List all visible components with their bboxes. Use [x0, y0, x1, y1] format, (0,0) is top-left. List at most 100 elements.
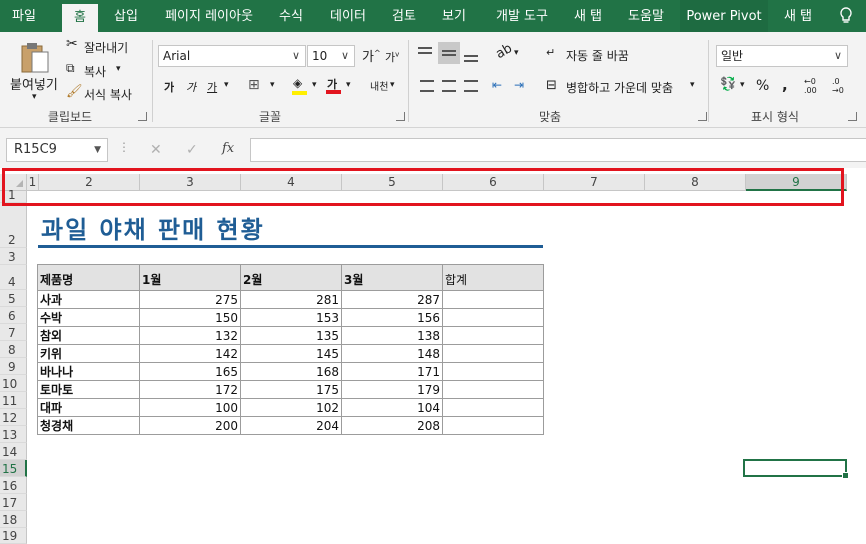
- tab-review[interactable]: 검토: [384, 0, 424, 32]
- font-color-button[interactable]: 가: [326, 75, 342, 95]
- name-box[interactable]: R15C9 ▼: [6, 138, 108, 162]
- chevron-down-icon[interactable]: ▾: [312, 80, 317, 90]
- value-cell[interactable]: 156: [341, 308, 443, 327]
- tab-home[interactable]: 홈: [62, 4, 98, 32]
- row-header-6[interactable]: 6: [0, 307, 27, 324]
- insert-function-button[interactable]: fx: [222, 141, 234, 156]
- decrease-indent-icon[interactable]: ⇤: [492, 78, 502, 92]
- value-cell[interactable]: 200: [139, 416, 241, 435]
- header-cell[interactable]: 1월: [139, 264, 241, 291]
- product-cell[interactable]: 수박: [37, 308, 140, 327]
- decrease-decimal-button[interactable]: .0 →0: [832, 77, 844, 95]
- tab-view[interactable]: 보기: [434, 0, 474, 32]
- format-painter-button[interactable]: 서식 복사: [84, 86, 132, 103]
- row-header-17[interactable]: 17: [0, 494, 27, 511]
- value-cell[interactable]: 168: [240, 362, 342, 381]
- active-cell-selection[interactable]: [743, 459, 849, 479]
- value-cell[interactable]: 165: [139, 362, 241, 381]
- value-cell[interactable]: 153: [240, 308, 342, 327]
- enter-button[interactable]: ✓: [186, 142, 198, 158]
- comma-button[interactable]: ,: [782, 76, 788, 94]
- align-top-icon[interactable]: [418, 47, 434, 61]
- cut-button[interactable]: 잘라내기: [84, 39, 128, 56]
- chevron-down-icon[interactable]: ▾: [390, 80, 395, 90]
- tab-file[interactable]: 파일: [0, 0, 48, 32]
- row-header-2[interactable]: 2: [0, 203, 27, 248]
- value-cell[interactable]: 208: [341, 416, 443, 435]
- row-header-13[interactable]: 13: [0, 426, 27, 443]
- product-cell[interactable]: 참외: [37, 326, 140, 345]
- value-cell[interactable]: 287: [341, 290, 443, 309]
- value-cell[interactable]: 104: [341, 398, 443, 417]
- value-cell[interactable]: 179: [341, 380, 443, 399]
- total-cell[interactable]: [442, 380, 544, 399]
- product-cell[interactable]: 청경채: [37, 416, 140, 435]
- tab-data[interactable]: 데이터: [322, 0, 374, 32]
- total-cell[interactable]: [442, 398, 544, 417]
- value-cell[interactable]: 204: [240, 416, 342, 435]
- copy-icon[interactable]: ⧉: [66, 61, 75, 76]
- worksheet-grid[interactable]: 1 2 3 4 5 6 7 8 9 1 2 3 4 5 6 7 8 9 10 1…: [0, 168, 866, 544]
- tab-help[interactable]: 도움말: [618, 0, 674, 32]
- chevron-down-icon[interactable]: ▾: [690, 80, 695, 90]
- paste-button[interactable]: 붙여넣기 ▾: [8, 38, 60, 102]
- chevron-down-icon[interactable]: ▾: [224, 80, 229, 90]
- chevron-down-icon[interactable]: ▾: [514, 48, 519, 58]
- font-launcher-icon[interactable]: [396, 112, 405, 121]
- value-cell[interactable]: 145: [240, 344, 342, 363]
- header-cell[interactable]: 합계: [442, 264, 544, 291]
- align-left-icon[interactable]: [420, 80, 434, 92]
- underline-button[interactable]: 가: [207, 79, 217, 95]
- value-cell[interactable]: 132: [139, 326, 241, 345]
- font-size-select[interactable]: 10 ∨: [307, 45, 355, 67]
- tab-new-tab-2[interactable]: 새 탭: [776, 0, 820, 32]
- value-cell[interactable]: 275: [139, 290, 241, 309]
- value-cell[interactable]: 172: [139, 380, 241, 399]
- tab-power-pivot[interactable]: Power Pivot: [680, 0, 768, 32]
- row-header-11[interactable]: 11: [0, 392, 27, 409]
- total-cell[interactable]: [442, 290, 544, 309]
- value-cell[interactable]: 148: [341, 344, 443, 363]
- increase-decimal-button[interactable]: ←0.00: [804, 77, 817, 95]
- header-cell[interactable]: 3월: [341, 264, 443, 291]
- header-cell[interactable]: 제품명: [37, 264, 140, 291]
- value-cell[interactable]: 142: [139, 344, 241, 363]
- row-header-12[interactable]: 12: [0, 409, 27, 426]
- align-middle-icon[interactable]: [438, 42, 460, 64]
- chevron-down-icon[interactable]: ▾: [346, 80, 351, 90]
- product-cell[interactable]: 키위: [37, 344, 140, 363]
- number-launcher-icon[interactable]: [848, 112, 857, 121]
- value-cell[interactable]: 150: [139, 308, 241, 327]
- product-cell[interactable]: 사과: [37, 290, 140, 309]
- value-cell[interactable]: 138: [341, 326, 443, 345]
- font-name-select[interactable]: Arial ∨: [158, 45, 306, 67]
- row-header-18[interactable]: 18: [0, 511, 27, 528]
- row-header-3[interactable]: 3: [0, 248, 27, 265]
- currency-icon[interactable]: 💱: [720, 77, 736, 92]
- value-cell[interactable]: 171: [341, 362, 443, 381]
- align-right-icon[interactable]: [464, 80, 478, 92]
- total-cell[interactable]: [442, 326, 544, 345]
- product-cell[interactable]: 대파: [37, 398, 140, 417]
- scissors-icon[interactable]: ✂: [66, 36, 78, 52]
- row-header-16[interactable]: 16: [0, 477, 27, 494]
- clipboard-launcher-icon[interactable]: [138, 112, 147, 121]
- row-header-10[interactable]: 10: [0, 375, 27, 392]
- value-cell[interactable]: 100: [139, 398, 241, 417]
- total-cell[interactable]: [442, 362, 544, 381]
- formula-input[interactable]: [250, 138, 866, 162]
- bold-button[interactable]: 가: [164, 79, 174, 95]
- orientation-icon[interactable]: ab: [493, 41, 515, 62]
- header-cell[interactable]: 2월: [240, 264, 342, 291]
- lightbulb-icon[interactable]: [832, 0, 860, 32]
- format-painter-icon[interactable]: 🖌: [66, 84, 83, 99]
- row-header-15[interactable]: 15: [0, 460, 27, 477]
- tab-formulas[interactable]: 수식: [270, 0, 312, 32]
- increase-indent-icon[interactable]: ⇥: [514, 78, 524, 92]
- value-cell[interactable]: 175: [240, 380, 342, 399]
- shrink-font-button[interactable]: 가v: [385, 49, 399, 65]
- row-header-7[interactable]: 7: [0, 324, 27, 341]
- row-header-19[interactable]: 19: [0, 528, 27, 544]
- tab-insert[interactable]: 삽입: [104, 0, 148, 32]
- value-cell[interactable]: 102: [240, 398, 342, 417]
